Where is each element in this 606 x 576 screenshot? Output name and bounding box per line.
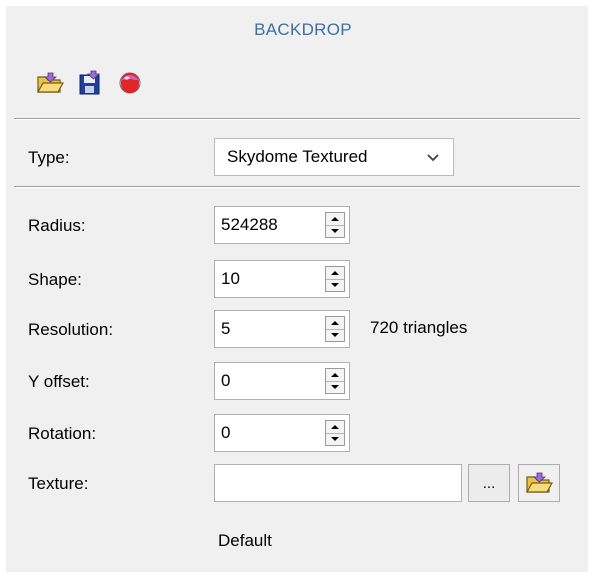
resolution-spinbox[interactable]: 5 xyxy=(214,310,350,348)
color-sphere-icon xyxy=(119,72,141,94)
shape-spinbox[interactable]: 10 xyxy=(214,260,350,298)
spin-up-button[interactable] xyxy=(326,317,344,329)
spin-buttons xyxy=(325,316,345,342)
shape-label: Shape: xyxy=(28,270,82,289)
browse-button[interactable]: ... xyxy=(468,464,510,502)
open-folder-icon xyxy=(36,72,64,93)
spin-down-button[interactable] xyxy=(326,278,344,292)
backdrop-toolbar xyxy=(34,66,146,100)
spin-buttons xyxy=(325,266,345,292)
spin-up-button[interactable] xyxy=(326,369,344,381)
spin-down-icon xyxy=(331,333,339,338)
radius-value: 524288 xyxy=(221,215,278,234)
rotation-value: 0 xyxy=(221,423,231,442)
spin-down-icon xyxy=(331,385,339,390)
backdrop-panel: BACKDROP Type: Skydome Textured Radius: … xyxy=(0,0,606,576)
panel-edge-bottom xyxy=(0,572,606,576)
open-folder-icon xyxy=(525,472,553,493)
type-value: Skydome Textured xyxy=(227,147,368,166)
spin-down-button[interactable] xyxy=(326,380,344,394)
spin-up-button[interactable] xyxy=(326,421,344,433)
panel-title: BACKDROP xyxy=(254,20,352,39)
spin-down-button[interactable] xyxy=(326,432,344,446)
chevron-down-icon xyxy=(427,154,439,162)
radius-spinbox[interactable]: 524288 xyxy=(214,206,350,244)
save-icon xyxy=(79,70,101,95)
spin-buttons xyxy=(325,368,345,394)
spin-up-icon xyxy=(331,424,339,429)
default-label: Default xyxy=(218,531,272,550)
rotation-spinbox[interactable]: 0 xyxy=(214,414,350,452)
spin-down-button[interactable] xyxy=(326,328,344,342)
texture-path-input[interactable] xyxy=(214,464,462,502)
spin-up-button[interactable] xyxy=(326,213,344,225)
radius-label: Radius: xyxy=(28,216,86,235)
type-label: Type: xyxy=(28,148,70,167)
y-offset-value: 0 xyxy=(221,371,231,390)
save-button[interactable] xyxy=(74,67,106,99)
spin-up-icon xyxy=(331,270,339,275)
y-offset-label: Y offset: xyxy=(28,372,90,391)
y-offset-spinbox[interactable]: 0 xyxy=(214,362,350,400)
spin-down-icon xyxy=(331,283,339,288)
separator xyxy=(14,118,580,120)
open-texture-button[interactable] xyxy=(518,464,560,502)
spin-down-icon xyxy=(331,437,339,442)
spin-down-button[interactable] xyxy=(326,224,344,238)
type-dropdown[interactable]: Skydome Textured xyxy=(214,138,454,176)
texture-label: Texture: xyxy=(28,474,89,493)
spin-up-icon xyxy=(331,372,339,377)
spin-up-icon xyxy=(331,320,339,325)
panel-edge-top xyxy=(0,0,606,6)
panel-edge-left xyxy=(0,0,6,576)
panel-edge-right xyxy=(588,0,606,576)
spin-buttons xyxy=(325,212,345,238)
color-button[interactable] xyxy=(114,67,146,99)
separator xyxy=(14,186,580,188)
spin-buttons xyxy=(325,420,345,446)
spin-down-icon xyxy=(331,229,339,234)
resolution-value: 5 xyxy=(221,319,231,338)
spin-up-button[interactable] xyxy=(326,267,344,279)
resolution-label: Resolution: xyxy=(28,320,114,339)
spin-up-icon xyxy=(331,216,339,221)
triangle-count: 720 triangles xyxy=(370,318,468,337)
open-button[interactable] xyxy=(34,67,66,99)
shape-value: 10 xyxy=(221,269,240,288)
rotation-label: Rotation: xyxy=(28,424,97,443)
